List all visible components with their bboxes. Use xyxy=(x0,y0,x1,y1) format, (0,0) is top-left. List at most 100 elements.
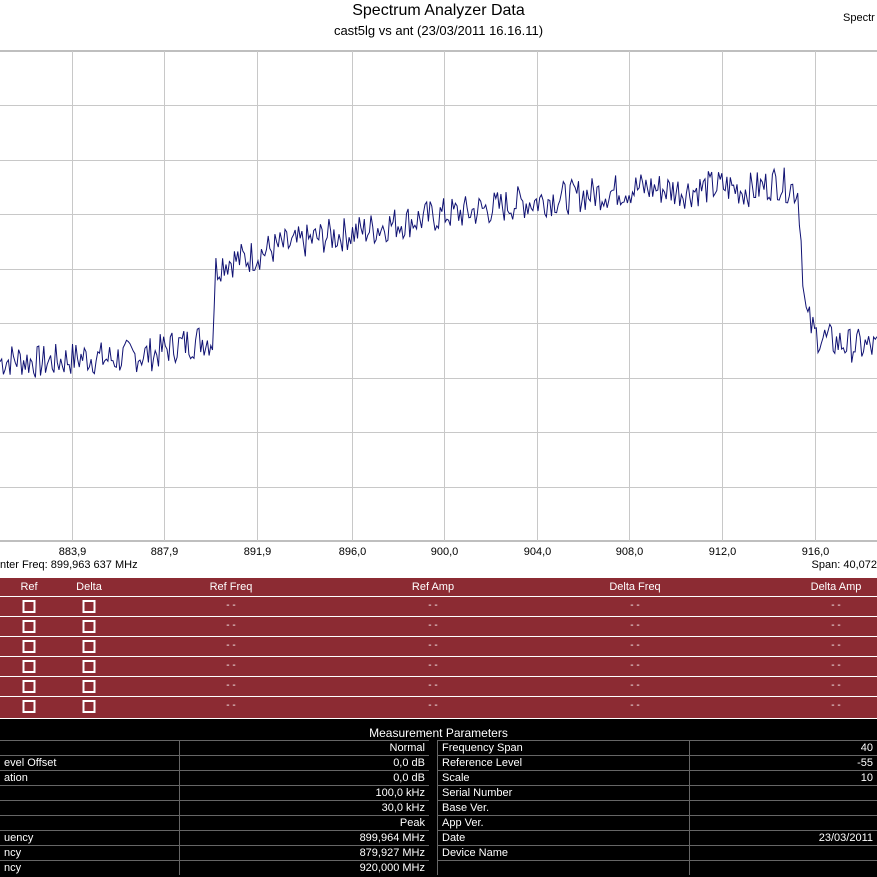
param-row: evel Offset 0,0 dB Reference Level -55 xyxy=(0,755,877,770)
delta-checkbox[interactable] xyxy=(82,640,96,653)
param-cell: -55 xyxy=(689,755,877,770)
marker-table: Ref Delta Ref Freq Ref Amp Delta Freq De… xyxy=(0,578,877,718)
param-cell: ncy xyxy=(0,845,179,860)
marker-cell: - - xyxy=(831,620,841,631)
delta-checkbox[interactable] xyxy=(82,620,96,633)
param-cell: Scale xyxy=(437,770,689,785)
marker-row: - -- -- -- - xyxy=(0,696,877,717)
param-cell: ncy xyxy=(0,860,179,875)
marker-row: - -- -- -- - xyxy=(0,616,877,637)
param-cell xyxy=(0,815,179,830)
marker-cell: - - xyxy=(226,660,236,671)
marker-cell: - - xyxy=(831,680,841,691)
grid-layer xyxy=(0,50,877,542)
x-tick-label: 916,0 xyxy=(802,546,830,558)
param-row: 100,0 kHz Serial Number xyxy=(0,785,877,800)
series-layer xyxy=(0,167,877,378)
param-row: ncy 879,927 MHz Device Name xyxy=(0,845,877,860)
marker-cell: - - xyxy=(831,600,841,611)
params-title: Measurement Parameters xyxy=(369,726,508,740)
marker-cell: - - xyxy=(428,660,438,671)
ref-checkbox[interactable] xyxy=(22,600,36,613)
marker-cell: - - xyxy=(630,680,640,691)
param-row: uency 899,964 MHz Date 23/03/2011 xyxy=(0,830,877,845)
marker-header-delta-freq: Delta Freq xyxy=(609,581,661,593)
param-cell: 40 xyxy=(689,740,877,755)
param-cell: 0,0 dB xyxy=(179,755,429,770)
x-tick-label: 908,0 xyxy=(616,546,644,558)
param-cell: App Ver. xyxy=(437,815,689,830)
param-cell: Reference Level xyxy=(437,755,689,770)
param-cell: Peak xyxy=(179,815,429,830)
marker-header-ref-amp: Ref Amp xyxy=(411,581,455,593)
param-row: Normal Frequency Span 40 xyxy=(0,740,877,755)
marker-cell: - - xyxy=(831,700,841,711)
x-tick-label: 912,0 xyxy=(709,546,737,558)
marker-cell: - - xyxy=(630,640,640,651)
marker-cell: - - xyxy=(630,700,640,711)
center-frequency-label: nter Freq: 899,963 637 MHz xyxy=(0,559,138,571)
marker-row: - -- -- -- - xyxy=(0,636,877,657)
param-cell: Normal xyxy=(179,740,429,755)
param-cell: Frequency Span xyxy=(437,740,689,755)
spectrum-trace-line xyxy=(0,167,877,378)
delta-checkbox[interactable] xyxy=(82,600,96,613)
marker-header-delta-amp: Delta Amp xyxy=(810,581,862,593)
ref-checkbox[interactable] xyxy=(22,640,36,653)
param-cell: Base Ver. xyxy=(437,800,689,815)
param-cell: evel Offset xyxy=(0,755,179,770)
param-cell: 0,0 dB xyxy=(179,770,429,785)
param-cell xyxy=(689,800,877,815)
marker-cell: - - xyxy=(428,680,438,691)
marker-cell: - - xyxy=(428,700,438,711)
marker-cell: - - xyxy=(226,640,236,651)
param-cell xyxy=(689,815,877,830)
marker-cell: - - xyxy=(831,640,841,651)
param-cell xyxy=(689,860,877,875)
marker-row: - -- -- -- - xyxy=(0,676,877,697)
param-cell: Date xyxy=(437,830,689,845)
marker-cell: - - xyxy=(630,620,640,631)
param-row: 30,0 kHz Base Ver. xyxy=(0,800,877,815)
marker-cell: - - xyxy=(428,640,438,651)
marker-row: - -- -- -- - xyxy=(0,596,877,617)
tick-layer: 883,9 887,9 891,9 896,0 900,0 904,0 908,0 912,0… xyxy=(59,546,830,558)
x-tick-label: 900,0 xyxy=(431,546,459,558)
param-cell xyxy=(689,785,877,800)
param-cell xyxy=(689,845,877,860)
marker-header-ref: Ref xyxy=(20,581,38,593)
ref-checkbox[interactable] xyxy=(22,660,36,673)
marker-cell: - - xyxy=(226,700,236,711)
x-tick-label: 896,0 xyxy=(339,546,367,558)
ref-checkbox[interactable] xyxy=(22,700,36,713)
marker-header-ref-freq: Ref Freq xyxy=(209,581,253,593)
ref-checkbox[interactable] xyxy=(22,620,36,633)
marker-cell: - - xyxy=(226,620,236,631)
param-cell xyxy=(437,860,689,875)
param-cell xyxy=(0,800,179,815)
measurement-parameters: Measurement Parameters Normal Frequency S… xyxy=(0,719,877,877)
delta-checkbox[interactable] xyxy=(82,700,96,713)
param-row: ncy 920,000 MHz xyxy=(0,860,877,875)
delta-checkbox[interactable] xyxy=(82,680,96,693)
marker-header-delta: Delta xyxy=(76,581,102,593)
spectrum-plot: 883,9 887,9 891,9 896,0 900,0 904,0 908,0 912,0… xyxy=(0,50,877,558)
param-cell: 879,927 MHz xyxy=(179,845,429,860)
param-cell: uency xyxy=(0,830,179,845)
marker-cell: - - xyxy=(226,600,236,611)
span-label: Span: 40,072 xyxy=(811,559,877,571)
marker-cell: - - xyxy=(630,600,640,611)
param-cell: ation xyxy=(0,770,179,785)
ref-checkbox[interactable] xyxy=(22,680,36,693)
param-cell: Serial Number xyxy=(437,785,689,800)
param-cell xyxy=(0,740,179,755)
param-cell: 100,0 kHz xyxy=(179,785,429,800)
param-row: Peak App Ver. xyxy=(0,815,877,830)
marker-cell: - - xyxy=(831,660,841,671)
x-tick-label: 904,0 xyxy=(524,546,552,558)
param-cell: Device Name xyxy=(437,845,689,860)
delta-checkbox[interactable] xyxy=(82,660,96,673)
param-cell: 899,964 MHz xyxy=(179,830,429,845)
x-tick-label: 887,9 xyxy=(151,546,179,558)
marker-cell: - - xyxy=(630,660,640,671)
